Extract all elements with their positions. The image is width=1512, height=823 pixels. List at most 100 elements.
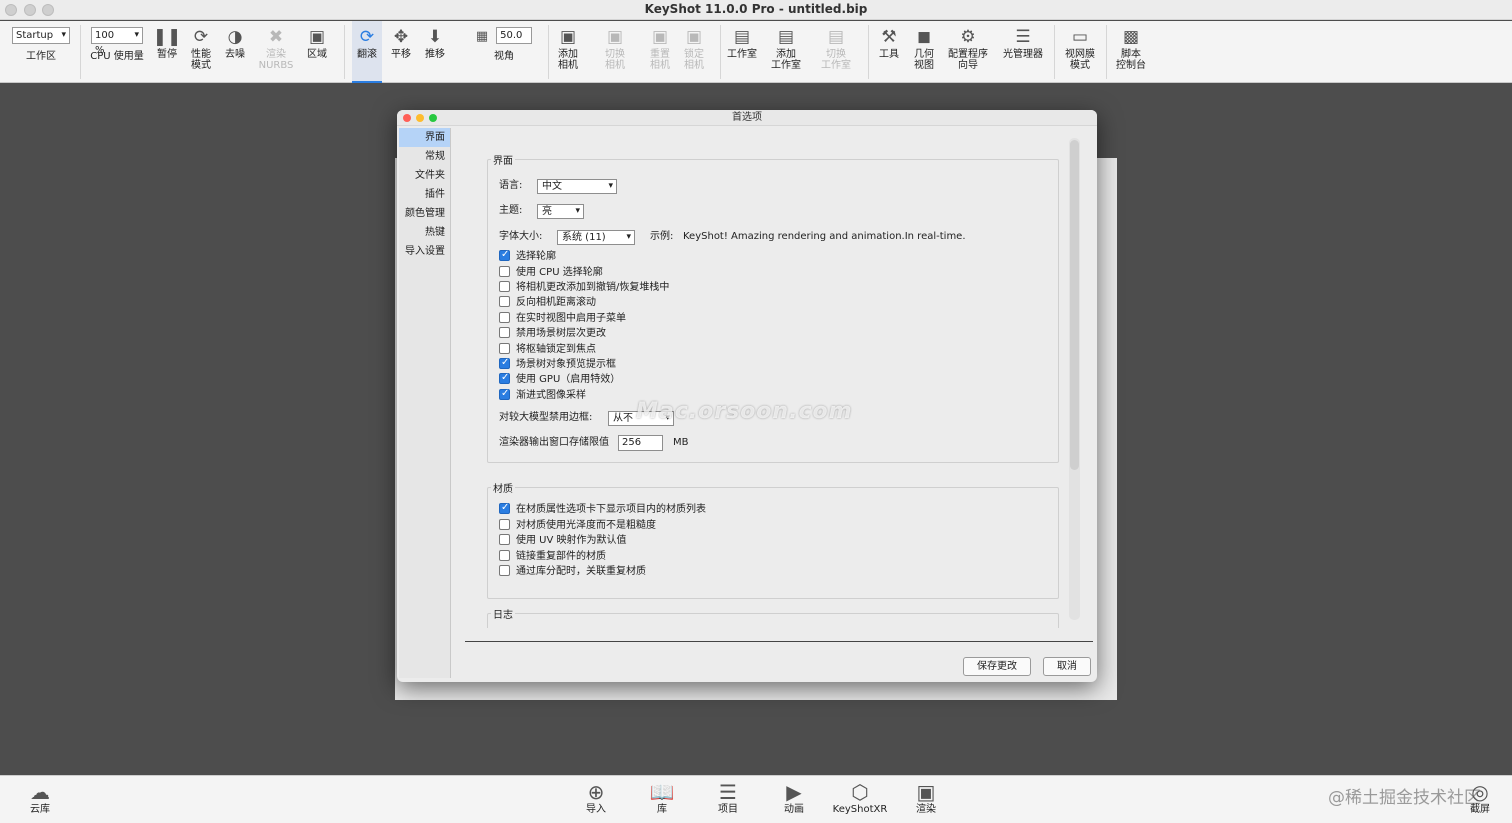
checkbox[interactable] [499, 387, 510, 401]
option-row[interactable]: 通过库分配时，关联重复材质 [499, 565, 646, 579]
dolly-icon: ⬇ [427, 27, 443, 47]
cpu-usage-control[interactable]: 100 % CPU 使用量 [88, 21, 146, 83]
option-row[interactable]: 将枢轴锁定到焦点 [499, 343, 596, 357]
field-of-view-input[interactable]: 50.0 [496, 27, 533, 44]
log-group-title: 日志 [491, 606, 515, 621]
checkbox[interactable] [499, 371, 510, 385]
tumble-button[interactable]: ⟳ 翻滚 [352, 21, 382, 83]
configurator-icon: ⚙ [960, 27, 976, 47]
toolbar-divider [1054, 25, 1055, 79]
region-icon: ▣ [308, 27, 326, 47]
large-model-label: 对较大模型禁用边框: [499, 412, 593, 423]
save-changes-button[interactable]: 保存更改 [963, 657, 1031, 676]
minimize-window-button[interactable] [24, 4, 36, 16]
toolbar-divider [344, 25, 345, 79]
screenshot-button[interactable]: ◎ 截屏 [1450, 780, 1510, 816]
monitor-icon: ▭ [1071, 27, 1089, 47]
book-icon: 📖 [649, 780, 675, 804]
option-row[interactable]: 在实时视图中启用子菜单 [499, 312, 626, 326]
option-row[interactable]: 禁用场景树层次更改 [499, 327, 606, 341]
workspace-control[interactable]: Startup 工作区 [12, 21, 70, 83]
keyshotxr-button[interactable]: ⬡ KeyShotXR [830, 780, 890, 816]
studio-button[interactable]: ▤ 工作室 [724, 21, 760, 83]
checkbox[interactable] [499, 550, 510, 561]
workspace-select[interactable]: Startup [12, 27, 70, 44]
render-button[interactable]: ▣ 渲染 [896, 780, 956, 816]
toolbar-divider [1106, 25, 1107, 79]
dialog-minimize-button[interactable] [416, 114, 424, 122]
checkbox[interactable] [499, 343, 510, 354]
light-manager-button[interactable]: ☰ 光管理器 [1000, 21, 1046, 83]
configurator-wizard-button[interactable]: ⚙ 配置程序 向导 [944, 21, 992, 83]
tools-button[interactable]: ⚒ 工具 [874, 21, 904, 83]
option-row[interactable]: 在材质属性选项卡下显示项目内的材质列表 [499, 501, 706, 517]
render-nurbs-button[interactable]: ✖ 渲染 NURBS [256, 21, 296, 83]
option-row[interactable]: 使用 CPU 选择轮廓 [499, 266, 603, 280]
nav-item-interface[interactable]: 界面 [399, 128, 450, 147]
nav-item-import-settings[interactable]: 导入设置 [399, 242, 450, 261]
nav-item-plugins[interactable]: 插件 [399, 185, 450, 204]
cube-icon: ⬡ [851, 780, 869, 804]
nav-item-folders[interactable]: 文件夹 [399, 166, 450, 185]
option-row[interactable]: 使用 UV 映射作为默认值 [499, 534, 627, 548]
checkbox[interactable] [499, 519, 510, 530]
close-window-button[interactable] [5, 4, 17, 16]
font-size-select[interactable]: 系统 (11) [557, 230, 635, 245]
nav-item-hotkeys[interactable]: 热键 [399, 223, 450, 242]
dialog-close-button[interactable] [403, 114, 411, 122]
option-row[interactable]: 对材质使用光泽度而不是粗糙度 [499, 519, 656, 533]
checkbox[interactable] [499, 266, 510, 277]
nav-item-color-management[interactable]: 颜色管理 [399, 204, 450, 223]
checkbox[interactable] [499, 296, 510, 307]
add-studio-button[interactable]: ▤ 添加 工作室 [768, 21, 804, 83]
language-select[interactable]: 中文 [537, 179, 617, 194]
scrollbar-thumb[interactable] [1070, 140, 1079, 470]
option-row[interactable]: 使用 GPU（启用特效） [499, 371, 620, 387]
cpu-usage-select[interactable]: 100 % [91, 27, 143, 56]
import-button[interactable]: ⊕ 导入 [566, 780, 626, 816]
lock-camera-button[interactable]: ▣ 锁定 相机 [679, 21, 709, 83]
option-row[interactable]: 场景树对象预览提示框 [499, 356, 616, 372]
checkbox[interactable] [499, 534, 510, 545]
switch-camera-button[interactable]: ▣ 切换 相机 [597, 21, 633, 83]
switch-studio-button[interactable]: ▤ 切换 工作室 [816, 21, 856, 83]
option-row[interactable]: 链接重复部件的材质 [499, 550, 606, 564]
pause-button[interactable]: ❚❚ 暂停 [152, 21, 182, 83]
option-row[interactable]: 选择轮廓 [499, 248, 556, 264]
checkbox[interactable] [499, 501, 510, 515]
checkbox[interactable] [499, 281, 510, 292]
checkbox[interactable] [499, 312, 510, 323]
cancel-button[interactable]: 取消 [1043, 657, 1091, 676]
preferences-content: 界面 语言: 中文 主题: 亮 字体大小: 系统 (11) 示例: KeySho… [453, 128, 1093, 628]
performance-mode-button[interactable]: ⟳ 性能 模式 [184, 21, 218, 83]
retina-mode-button[interactable]: ▭ 视网膜 模式 [1062, 21, 1098, 83]
geometry-view-button[interactable]: ◼ 几何 视图 [908, 21, 940, 83]
pan-button[interactable]: ✥ 平移 [386, 21, 416, 83]
zoom-window-button[interactable] [42, 4, 54, 16]
checkbox[interactable] [499, 327, 510, 338]
dolly-button[interactable]: ⬇ 推移 [420, 21, 450, 83]
region-button[interactable]: ▣ 区域 [302, 21, 332, 83]
project-button[interactable]: ☰ 项目 [698, 780, 758, 816]
denoise-button[interactable]: ◑ 去噪 [220, 21, 250, 83]
toolbar-divider [80, 25, 81, 79]
dialog-zoom-button[interactable] [429, 114, 437, 122]
option-row[interactable]: 将相机更改添加到撤销/恢复堆栈中 [499, 281, 669, 295]
pan-icon: ✥ [393, 27, 409, 47]
reset-camera-button[interactable]: ▣ 重置 相机 [645, 21, 675, 83]
option-row[interactable]: 渐进式图像采样 [499, 387, 586, 403]
theme-select[interactable]: 亮 [537, 204, 584, 219]
checkbox[interactable] [499, 248, 510, 262]
option-row[interactable]: 反向相机距离滚动 [499, 296, 596, 310]
library-button[interactable]: 📖 库 [632, 780, 692, 816]
animation-button[interactable]: ▶ 动画 [764, 780, 824, 816]
cloud-library-button[interactable]: ☁ 云库 [10, 780, 70, 816]
field-of-view-control[interactable]: ▦ 50.0 视角 [466, 21, 542, 83]
checkbox[interactable] [499, 356, 510, 370]
nav-item-general[interactable]: 常规 [399, 147, 450, 166]
checkbox[interactable] [499, 565, 510, 576]
dialog-scrollbar[interactable] [1069, 138, 1080, 620]
render-buffer-input[interactable]: 256 [618, 435, 663, 451]
script-console-button[interactable]: ▩ 脚本 控制台 [1112, 21, 1150, 83]
add-camera-button[interactable]: ▣ 添加 相机 [553, 21, 583, 83]
